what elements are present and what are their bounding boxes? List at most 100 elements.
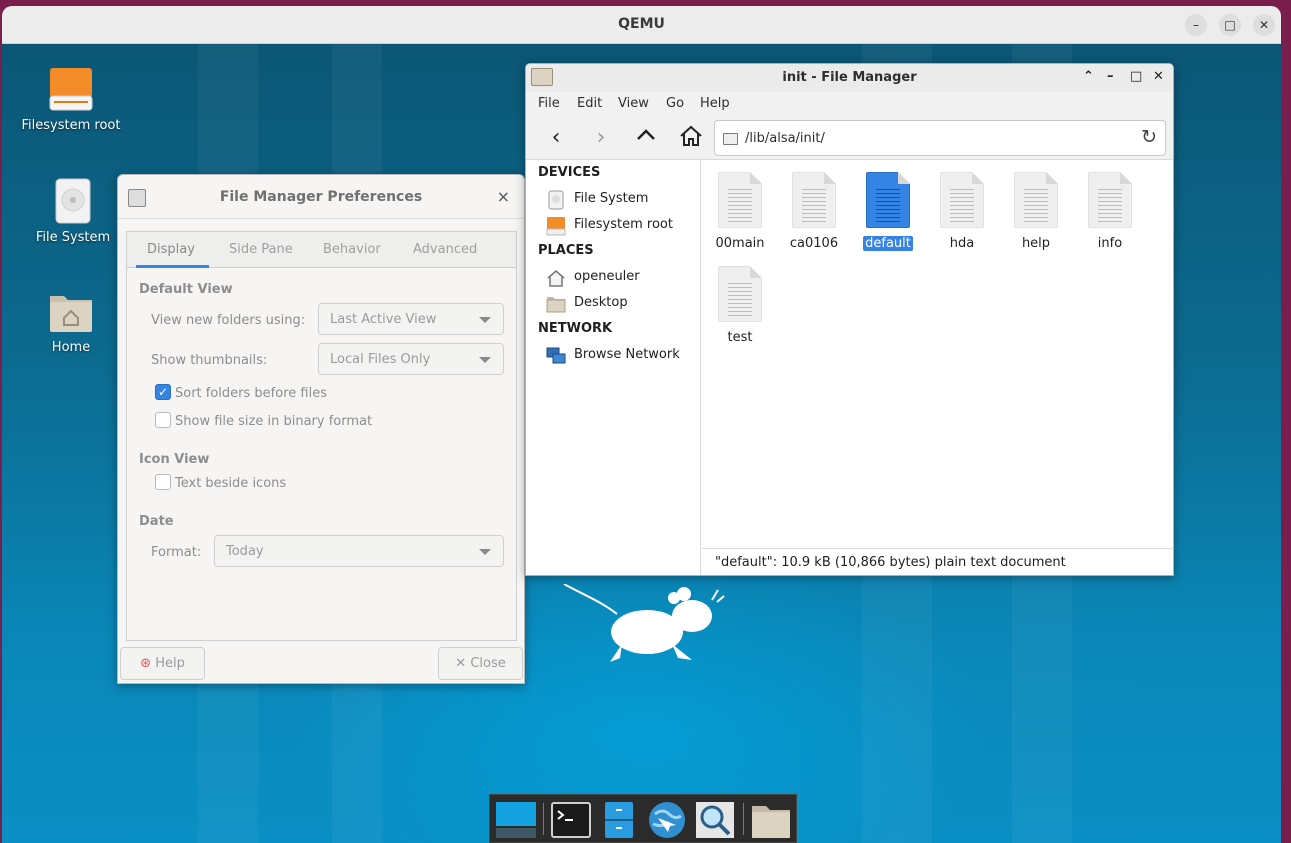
date-format-label: Format: [151,545,202,560]
drive-orange-icon [48,66,94,112]
sidebar-heading-devices: DEVICES [538,165,601,180]
file-item[interactable]: ca0106 [781,172,847,251]
sidebar-item-filesystem-root[interactable]: Filesystem root [546,214,696,236]
location-bar[interactable]: /lib/alsa/init/ ↻ [714,120,1166,156]
tab-display[interactable]: Display [147,242,195,257]
terminal-icon[interactable] [550,800,592,840]
shade-icon[interactable]: ⌃ [1083,69,1094,84]
maximize-icon[interactable]: □ [1130,69,1142,84]
menu-file[interactable]: File [538,96,560,111]
chevron-down-icon [479,357,491,363]
search-icon[interactable] [694,800,736,840]
qemu-minimize-button[interactable]: – [1185,14,1207,36]
sidebar-item-label: Desktop [574,295,628,310]
text-file-icon [1088,172,1132,228]
view-new-folders-combo[interactable]: Last Active View [318,303,504,335]
menu-view[interactable]: View [618,96,649,111]
show-thumbnails-label: Show thumbnails: [151,353,268,368]
text-beside-icons-checkbox[interactable] [155,474,171,490]
up-icon[interactable] [632,124,660,152]
text-file-icon [792,172,836,228]
text-file-icon [1014,172,1058,228]
location-path: /lib/alsa/init/ [745,131,825,146]
sidebar-heading-network: NETWORK [538,321,613,336]
menu-help[interactable]: Help [700,96,730,111]
preferences-close-icon[interactable]: × [497,187,510,206]
sort-folders-label: Sort folders before files [175,386,327,401]
binary-size-checkbox[interactable] [155,412,171,428]
minimize-icon[interactable]: – [1107,69,1114,84]
icon-view: 00main ca0106 default hda help info test [702,160,1173,547]
close-button-label: Close [470,656,506,671]
sidebar-item-desktop[interactable]: Desktop [546,292,696,314]
date-format-combo[interactable]: Today [214,535,504,567]
section-default-view: Default View [139,282,233,297]
tab-advanced[interactable]: Advanced [413,242,477,257]
menu-edit[interactable]: Edit [577,96,602,111]
binary-size-label: Show file size in binary format [175,414,373,429]
desktop-icon-home[interactable]: Home [16,288,126,356]
folder-icon[interactable] [750,800,792,840]
drive-harddisk-icon [546,190,566,210]
view-new-folders-label: View new folders using: [151,313,306,328]
qemu-close-button[interactable]: ✕ [1253,14,1275,36]
file-cabinet-icon[interactable] [598,800,640,840]
file-item[interactable]: help [1003,172,1069,251]
menu-go[interactable]: Go [666,96,684,111]
dock-separator [543,803,544,835]
forward-icon[interactable]: › [587,124,615,152]
tab-behavior[interactable]: Behavior [323,242,381,257]
file-manager-title: init - File Manager [782,70,917,85]
show-desktop-icon[interactable] [495,800,537,840]
sort-folders-checkbox[interactable]: ✓ [155,384,171,400]
dock-separator [743,803,744,835]
text-file-icon [718,266,762,322]
sidebar-item-label: openeuler [574,269,640,284]
sidebar-item-label: File System [574,191,649,206]
drive-orange-icon [546,216,566,236]
text-file-icon [940,172,984,228]
help-lifebuoy-icon: ⊛ [140,656,152,671]
file-item[interactable]: hda [929,172,995,251]
home-folder-icon [48,288,94,334]
file-name: ca0106 [789,236,839,251]
file-item[interactable]: 00main [707,172,773,251]
preferences-titlebar: File Manager Preferences × [118,175,524,219]
combo-value: Last Active View [330,312,437,327]
qemu-maximize-button[interactable]: □ [1219,14,1241,36]
reload-icon[interactable]: ↻ [1141,126,1157,148]
home-icon[interactable] [677,124,705,152]
back-icon[interactable]: ‹ [542,124,570,152]
file-manager-titlebar: init - File Manager ⌃ – □ ✕ [526,64,1173,92]
combo-value: Local Files Only [330,352,431,367]
file-item-selected[interactable]: default [855,172,921,251]
help-button[interactable]: ⊛ Help [120,647,205,680]
sidebar-item-file-system[interactable]: File System [546,188,696,210]
close-button[interactable]: ✕ Close [438,647,523,680]
show-thumbnails-combo[interactable]: Local Files Only [318,343,504,375]
sidebar-item-label: Filesystem root [574,217,673,232]
desktop-icon-filesystem-root[interactable]: Filesystem root [16,66,126,134]
qemu-window-title: QEMU [618,16,665,32]
chevron-down-icon [479,317,491,323]
preferences-tab-bar: Display Side Pane Behavior Advanced [127,232,516,268]
file-item[interactable]: test [707,266,773,345]
desktop-icon-file-system[interactable]: File System [18,178,128,246]
text-file-icon [718,172,762,228]
sidebar-heading-places: PLACES [538,243,594,258]
desktop-icon-label: File System [35,230,111,245]
file-manager-window: init - File Manager ⌃ – □ ✕ File Edit Vi… [525,63,1174,576]
status-bar: "default": 10.9 kB (10,866 bytes) plain … [702,548,1173,575]
chevron-down-icon [479,549,491,555]
toolbar: ‹ › /lib/alsa/init/ ↻ [526,116,1173,160]
close-icon[interactable]: ✕ [1153,69,1164,84]
tab-side-pane[interactable]: Side Pane [229,242,293,257]
sidebar-item-openeuler[interactable]: openeuler [546,266,696,288]
side-pane: DEVICES File System Filesystem root PLAC… [526,160,701,575]
sidebar-item-browse-network[interactable]: Browse Network [546,344,696,366]
section-date: Date [139,514,174,529]
file-item[interactable]: info [1077,172,1143,251]
preferences-dialog: File Manager Preferences × Display Side … [117,174,525,684]
network-icon [546,346,566,366]
web-browser-icon[interactable] [646,800,688,840]
